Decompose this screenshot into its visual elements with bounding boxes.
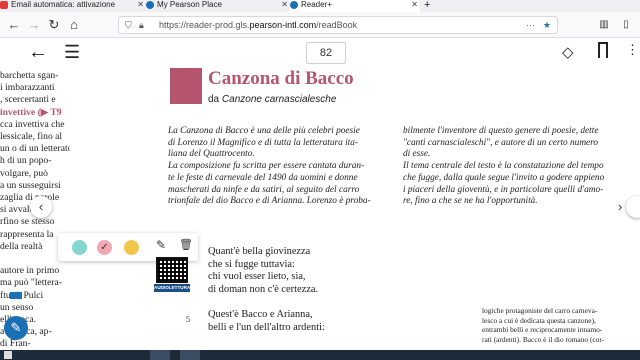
next-page-button[interactable]: › [618, 196, 640, 218]
intro-line: La Canzona di Bacco è una delle più cele… [168, 126, 360, 136]
page-subtitle: da Canzone carnascialesche [208, 94, 336, 105]
back-arrow-icon[interactable]: ← [28, 41, 48, 63]
left-column-line: cca invettiva che [0, 118, 65, 130]
note-line: rati (ardenti). Bacco è il dio romano (c… [482, 334, 605, 344]
reader-toolbar: ← ☰ 82 ◇ ⋮ [0, 38, 640, 68]
left-column-line: rfino se stesso [0, 216, 55, 228]
pearson-icon [290, 0, 298, 9]
tab-email[interactable]: Email automatica: attivazione ✕ [0, 0, 146, 12]
note-line: lesco a cui è dedicata questa canzone), [482, 315, 596, 325]
intro-line: che fugge, dalla quale segue l'invito a … [403, 172, 605, 183]
page-actions-icon[interactable]: ··· [526, 17, 535, 33]
browser-tab-bar: Email automatica: attivazione ✕ My Pearso… [0, 0, 640, 12]
shield-icon: ⛉ [125, 20, 132, 30]
edit-fab-button[interactable]: ✎ [4, 316, 28, 340]
url-suffix: /readBook [316, 20, 358, 30]
intro-line: trionfale del dio Bacco e di Arianna. Lo… [168, 196, 371, 207]
trash-icon[interactable]: 🗑︎ [179, 238, 193, 251]
page-number-input[interactable]: 82 [306, 42, 346, 64]
previous-page-button[interactable]: ‹ [30, 196, 52, 218]
left-column-line: un o di un letterato [0, 143, 70, 155]
intro-line: liana del Quattrocento. [168, 149, 255, 160]
left-column-line: un senso [0, 301, 34, 313]
highlight-teal-swatch[interactable] [72, 240, 87, 255]
pearson-icon [146, 0, 154, 9]
poem-line: belli e l'un dell'altro ardenti: [208, 321, 325, 333]
subtitle-work: Canzone carnascialesche [221, 94, 337, 105]
intro-line: bilmente l'inventore di questo genere di… [403, 126, 599, 136]
back-icon[interactable]: ← [6, 17, 22, 33]
library-icon[interactable]: ▥ [596, 17, 612, 33]
poem-line-number: 5 [186, 315, 190, 324]
lock-icon: 🔒︎ [139, 20, 144, 30]
tab-my-pearson-place[interactable]: My Pearson Place ✕ [146, 0, 290, 12]
browser-nav-bar: ← → ↻ ⌂ ⛉ 🔒︎ https://reader-prod.gls.pea… [0, 12, 640, 38]
menu-icon[interactable]: ☰ [64, 41, 80, 63]
taskbar-app-icon[interactable] [180, 350, 200, 360]
close-icon[interactable]: ✕ [411, 0, 418, 10]
url-prefix: https://reader-prod.gls. [159, 20, 250, 30]
forward-icon[interactable]: → [26, 17, 42, 33]
poem-line: di doman non c'è certezza. [208, 283, 319, 295]
intro-line: La composizione fu scritta per essere ca… [168, 161, 365, 172]
bookmark-star-icon[interactable]: ★ [543, 17, 551, 33]
bookmark-icon[interactable] [598, 42, 608, 58]
intro-line: re, fino a che se ne ha l'opportunità. [403, 196, 538, 207]
page-title: Canzona di Bacco [208, 68, 354, 89]
tab-reader[interactable]: Reader+ ✕ [290, 0, 420, 12]
highlight-yellow-swatch[interactable] [124, 240, 139, 255]
os-taskbar [0, 350, 640, 360]
intro-line: "canti carnascialeschi", e autore di un … [403, 137, 599, 148]
intro-line: mascherati da ninfe e da satiri, al segu… [168, 184, 360, 195]
intro-line: di Lorenzo il Magnifico e di tutta la le… [168, 137, 358, 148]
poem-line: chi vuol esser lieto, sia, [208, 271, 306, 283]
left-column-line: autore in primo [0, 265, 60, 277]
left-column-line: volgare, può [0, 167, 48, 179]
tab-label: Email automatica: attivazione [11, 0, 116, 9]
pencil-icon[interactable]: ✎ [156, 238, 166, 252]
poem-line: Quant'è bella giovinezza [208, 246, 311, 257]
intro-line: Il tema centrale del testo è la constata… [403, 161, 604, 172]
intro-line: di esse. [403, 149, 431, 160]
email-icon [0, 0, 8, 9]
tab-label: Reader+ [301, 0, 332, 9]
subtitle-prefix: da [208, 94, 222, 105]
left-column-line: h di un popo- [0, 155, 52, 167]
home-icon[interactable]: ⌂ [66, 17, 82, 33]
poem-line: che si fugge tuttavia: [208, 258, 295, 270]
highlight-marker[interactable] [10, 292, 22, 299]
tab-label: My Pearson Place [157, 0, 222, 9]
left-column-line: i imbarazzanti [0, 82, 55, 94]
qr-code[interactable] [156, 257, 188, 283]
close-icon[interactable]: ✕ [281, 0, 288, 10]
diamond-icon[interactable]: ◇ [562, 43, 574, 61]
highlight-pink-swatch[interactable]: ✓ [97, 240, 112, 255]
close-icon[interactable]: ✕ [137, 0, 144, 10]
left-column-line: , scercertanti e [0, 94, 56, 106]
start-icon[interactable] [4, 351, 12, 359]
taskbar-app-icon[interactable] [150, 350, 170, 360]
new-tab-button[interactable]: + [424, 0, 438, 12]
sidebar-icon[interactable]: ▯ [618, 17, 634, 33]
note-line: logiche protagoniste del carro carneva- [482, 306, 598, 315]
poem-line: Quest'è Bacco e Arianna, [208, 309, 313, 320]
title-color-block [170, 68, 202, 104]
intro-line: i piaceri della gioventù, e in particola… [403, 184, 604, 195]
note-line: entrambi belli e reciprocamente innamo- [482, 325, 603, 335]
audio-label: AUDIOLETTURA [154, 284, 191, 292]
reload-icon[interactable]: ↻ [46, 17, 62, 33]
url-domain: pearson-intl.com [249, 20, 317, 30]
left-column-line: lessicale, fino al [0, 131, 63, 143]
address-bar[interactable]: ⛉ 🔒︎ https://reader-prod.gls.pearson-int… [118, 16, 558, 34]
left-column-line: barchetta sgan- [0, 70, 59, 81]
left-column-line: invettive (▶ T9 [0, 106, 62, 118]
left-column-line: a un susseguirsi [0, 179, 61, 191]
intro-line: te le feste di carnevale del 1490 da uom… [168, 172, 358, 183]
left-column-line: ma può "lettera- [0, 277, 62, 289]
left-column-line: di Fran- [0, 338, 31, 350]
more-icon[interactable]: ⋮ [626, 42, 639, 58]
